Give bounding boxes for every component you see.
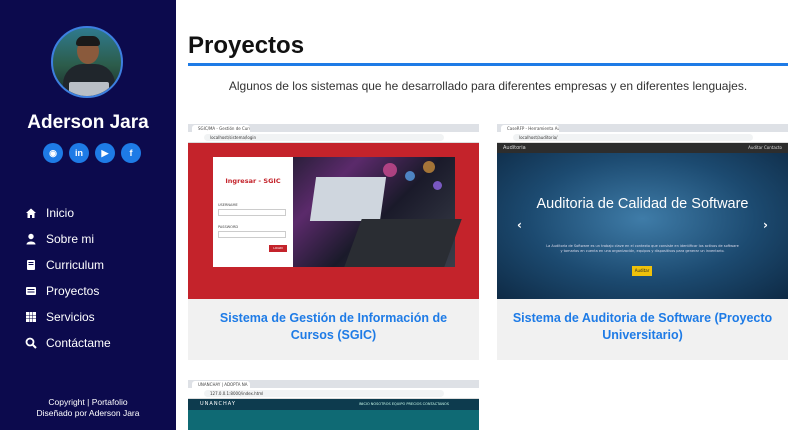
sidebar-item-curriculum[interactable]: Curriculum <box>24 252 111 278</box>
sidebar-item-proyectos[interactable]: Proyectos <box>24 278 111 304</box>
sidebar-nav: Inicio Sobre mi Curriculum Proyectos Ser… <box>24 200 111 356</box>
project-card-auditoria[interactable]: CaseRFP - Herramienta Auditoria localhos… <box>497 124 788 360</box>
sidebar-footer: Copyright | Portafolio Diseñado por Ader… <box>0 397 176 419</box>
list-icon <box>24 284 38 298</box>
sidebar-item-label: Curriculum <box>46 258 105 272</box>
page-subtitle: Algunos de los sistemas que he desarroll… <box>228 79 748 93</box>
sidebar-item-inicio[interactable]: Inicio <box>24 200 111 226</box>
project-card-sgic[interactable]: SGIC/MA - Gestión de Cursos localhost/si… <box>188 124 479 360</box>
copyright-text: Copyright | Portafolio <box>48 397 128 407</box>
carousel-prev-icon: ‹ <box>517 218 522 232</box>
social-links: ◉ in ▶ f <box>43 143 141 163</box>
sidebar-item-contactame[interactable]: Contáctame <box>24 330 111 356</box>
sidebar-item-servicios[interactable]: Servicios <box>24 304 111 330</box>
book-icon <box>24 258 38 272</box>
page-title: Proyectos <box>188 32 305 59</box>
carousel-next-icon: › <box>763 218 768 232</box>
sidebar-item-label: Servicios <box>46 310 95 324</box>
avatar <box>51 26 123 98</box>
sidebar-item-label: Sobre mi <box>46 232 95 246</box>
designer-credit: Diseñado por Aderson Jara <box>36 408 140 418</box>
home-icon <box>24 206 38 220</box>
linkedin-icon[interactable]: in <box>69 143 89 163</box>
profile-name: Aderson Jara <box>27 112 149 133</box>
project-screenshot: UNANCHAY | ADOPTA NA 127.0.0.1:8000/inde… <box>188 380 479 430</box>
project-screenshot: SGIC/MA - Gestión de Cursos localhost/si… <box>188 124 479 299</box>
sidebar: Aderson Jara ◉ in ▶ f Inicio Sobre mi Cu… <box>0 0 176 430</box>
search-icon <box>24 336 38 350</box>
github-icon[interactable]: ◉ <box>43 143 63 163</box>
project-title[interactable]: Sistema de Auditoria de Software (Proyec… <box>507 310 778 344</box>
project-title[interactable]: Sistema de Gestión de Información de Cur… <box>198 310 469 344</box>
grid-icon <box>24 310 38 324</box>
sidebar-item-label: Contáctame <box>46 336 111 350</box>
project-card-unanchay[interactable]: UNANCHAY | ADOPTA NA 127.0.0.1:8000/inde… <box>188 380 479 430</box>
user-icon <box>24 232 38 246</box>
sidebar-item-label: Proyectos <box>46 284 100 298</box>
sidebar-item-sobre-mi[interactable]: Sobre mi <box>24 226 111 252</box>
youtube-icon[interactable]: ▶ <box>95 143 115 163</box>
project-screenshot: CaseRFP - Herramienta Auditoria localhos… <box>497 124 788 299</box>
facebook-icon[interactable]: f <box>121 143 141 163</box>
title-underline <box>188 63 788 66</box>
sidebar-item-label: Inicio <box>46 206 75 220</box>
